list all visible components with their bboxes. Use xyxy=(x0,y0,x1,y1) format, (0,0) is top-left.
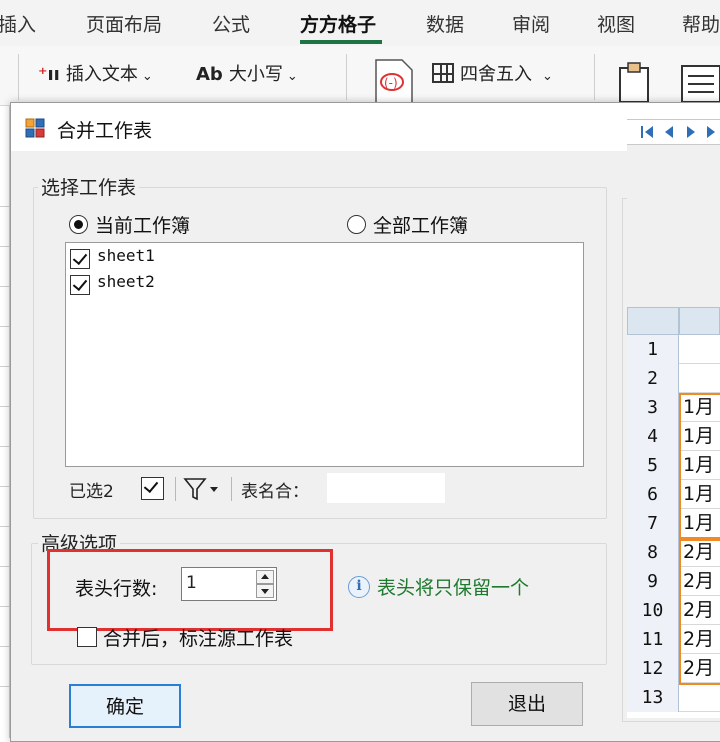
chevron-down-icon: ⌄ xyxy=(141,69,153,84)
row-number: 10 xyxy=(627,596,679,625)
ribbon-separator xyxy=(346,54,347,100)
tab-page-layout[interactable]: 页面布局 xyxy=(86,10,162,37)
case-label: 大小写 xyxy=(228,64,283,85)
info-icon: i xyxy=(348,576,370,598)
round-button[interactable]: 四舍五入 ⌄ xyxy=(432,60,553,86)
sheet-list[interactable]: sheet1 sheet2 xyxy=(65,242,584,467)
name-contains-label: 表名合： xyxy=(241,482,309,502)
row-number: 1 xyxy=(627,335,679,364)
row-number: 9 xyxy=(627,567,679,596)
insert-text-icon: ⁺ xyxy=(38,64,48,85)
row-number: 2 xyxy=(627,364,679,393)
january-group-highlight xyxy=(679,393,720,539)
example-sheet: 1 2 3 1月 4 1月 5 1月 6 1月 7 1月 8 2月 9 2月 10 2月 11 2月 12 2月 13 xyxy=(627,307,720,718)
tab-view[interactable]: 视图 xyxy=(597,10,635,37)
chevron-down-icon: ⌄ xyxy=(542,69,553,84)
header-rows-highlight xyxy=(47,549,333,631)
ribbon-tab-bar: 插入 页面布局 公式 方方格子 数据 审阅 视图 帮助 xyxy=(0,0,720,46)
chevron-down-icon: ⌄ xyxy=(286,69,298,84)
insert-text-icon-bars: ıı xyxy=(47,64,60,85)
dialog-titlebar: 合并工作表 xyxy=(11,103,720,151)
radio-all-workbooks-label[interactable]: 全部工作簿 xyxy=(373,211,468,238)
info-text: 表头将只保留一个 xyxy=(377,577,530,599)
app-logo-icon xyxy=(25,118,45,138)
clipboard-icon[interactable] xyxy=(616,60,656,104)
svg-text:(-): (-) xyxy=(384,76,398,90)
list-item[interactable]: sheet1 xyxy=(97,246,155,265)
filter-icon[interactable] xyxy=(183,477,221,501)
tab-help[interactable]: 帮助 xyxy=(682,10,720,37)
tab-review[interactable]: 审阅 xyxy=(512,10,550,37)
radio-all-workbooks[interactable] xyxy=(347,215,366,234)
ribbon-separator xyxy=(18,54,19,100)
text-case-icon: Ab xyxy=(196,64,223,85)
row-number: 3 xyxy=(627,393,679,422)
table-row: 1 xyxy=(627,335,720,364)
case-button[interactable]: Ab 大小写 ⌄ xyxy=(196,60,298,86)
mark-source-checkbox[interactable] xyxy=(77,627,97,647)
example-sheet-nav xyxy=(627,119,720,145)
tab-data[interactable]: 数据 xyxy=(426,10,464,37)
insert-text-label: 插入文本 xyxy=(65,64,138,85)
tab-fangfang-gezi[interactable]: 方方格子 xyxy=(300,10,376,37)
february-group-highlight xyxy=(679,539,720,685)
round-grid-icon xyxy=(432,63,454,83)
background-sheet-strip xyxy=(0,106,10,738)
active-tab-underline xyxy=(300,40,382,44)
row-number: 7 xyxy=(627,509,679,538)
round-label: 四舍五入 xyxy=(460,64,532,85)
row-number: 11 xyxy=(627,625,679,654)
toolbar-separator xyxy=(175,477,176,501)
ribbon-separator xyxy=(594,54,595,100)
select-all-checkbox[interactable] xyxy=(141,477,164,500)
tab-insert[interactable]: 插入 xyxy=(0,10,36,37)
row-number: 6 xyxy=(627,480,679,509)
row-number: 13 xyxy=(627,683,679,712)
sheet-list-toolbar: 已选2 表名合： xyxy=(65,469,584,507)
select-sheets-group-label: 选择工作表 xyxy=(38,173,140,200)
formula-document-icon[interactable]: (-) xyxy=(372,58,416,106)
dialog-title: 合并工作表 xyxy=(57,120,153,142)
row-number: 12 xyxy=(627,654,679,683)
column-header xyxy=(679,307,720,335)
sheet1-checkbox[interactable] xyxy=(70,249,90,269)
sheet-corner xyxy=(627,307,679,335)
mark-source-label[interactable]: 合并后，标注源工作表 xyxy=(103,624,293,651)
insert-text-button[interactable]: ⁺ıı 插入文本 ⌄ xyxy=(38,60,153,86)
selected-count: 已选2 xyxy=(69,482,114,502)
merge-sheets-dialog: 合并工作表 选择工作表 当前工作簿 全部工作簿 sheet1 sheet2 已选… xyxy=(10,102,720,742)
radio-current-workbook[interactable] xyxy=(69,215,88,234)
table-row: 13 xyxy=(627,683,720,712)
row-number: 4 xyxy=(627,422,679,451)
example-spacer xyxy=(627,145,720,207)
table-row: 2 xyxy=(627,364,720,393)
list-item[interactable]: sheet2 xyxy=(97,272,155,291)
toolbar-separator xyxy=(231,477,232,501)
row-number: 5 xyxy=(627,451,679,480)
tab-formulas[interactable]: 公式 xyxy=(212,10,250,37)
sheet-nav-arrows-icon xyxy=(641,126,715,138)
exit-button[interactable]: 退出 xyxy=(471,682,583,726)
radio-current-workbook-label[interactable]: 当前工作簿 xyxy=(95,211,190,238)
sheet2-checkbox[interactable] xyxy=(70,275,90,295)
row-number: 8 xyxy=(627,538,679,567)
list-document-icon[interactable] xyxy=(680,64,720,104)
ok-button[interactable]: 确定 xyxy=(69,684,181,728)
name-contains-input[interactable] xyxy=(327,473,445,503)
